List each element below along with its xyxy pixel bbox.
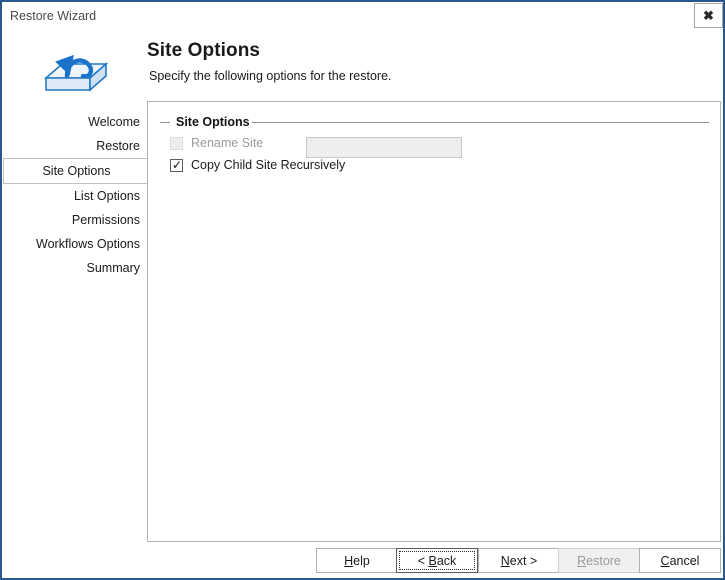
sidebar-item-welcome[interactable]: Welcome <box>2 110 150 134</box>
title-bar: Restore Wizard ✖ <box>2 2 723 31</box>
restore-button: Restore <box>558 548 640 573</box>
sidebar-item-permissions[interactable]: Permissions <box>2 208 150 232</box>
copy-child-site-recursively-row[interactable]: ✓ Copy Child Site Recursively <box>170 158 345 172</box>
dialog-button-bar: Help < Back Next > Restore Cancel <box>2 548 723 578</box>
restore-box-arrow-icon <box>36 32 116 102</box>
help-button-mnemonic: H <box>344 553 354 568</box>
cancel-button-mnemonic: C <box>660 553 670 568</box>
sidebar-item-workflows-options[interactable]: Workflows Options <box>2 232 150 256</box>
page-title: Site Options <box>147 40 261 61</box>
next-button[interactable]: Next > <box>478 548 560 573</box>
groupbox-border-right <box>248 122 709 123</box>
sidebar-item-list-options[interactable]: List Options <box>2 184 150 208</box>
sidebar-item-site-options[interactable]: Site Options <box>3 158 150 184</box>
rename-site-checkbox <box>170 136 183 150</box>
site-options-groupbox: Site Options Rename Site ✓ Copy Child Si… <box>160 113 709 528</box>
next-button-suffix: ext > <box>509 553 538 568</box>
close-button[interactable]: ✖ <box>694 3 723 28</box>
copy-child-site-recursively-checkbox[interactable]: ✓ <box>170 157 183 172</box>
back-button-suffix: ack <box>436 553 457 568</box>
restore-wizard-window: Restore Wizard ✖ Site Options Specify th… <box>0 0 725 580</box>
rename-site-input <box>306 137 462 158</box>
sidebar-item-restore[interactable]: Restore <box>2 134 150 158</box>
close-icon: ✖ <box>703 8 714 23</box>
help-button-suffix: elp <box>353 553 370 568</box>
back-button-prefix: < <box>417 553 429 568</box>
rename-site-label: Rename Site <box>191 136 264 150</box>
window-title: Restore Wizard <box>10 9 97 23</box>
groupbox-legend: Site Options <box>174 115 252 129</box>
help-button[interactable]: Help <box>316 548 398 573</box>
cancel-button-suffix: ancel <box>669 553 700 568</box>
next-button-mnemonic: N <box>500 553 510 568</box>
wizard-steps-sidebar: Welcome Restore Site Options List Option… <box>2 110 150 280</box>
rename-site-row: Rename Site <box>170 136 263 150</box>
restore-button-mnemonic: R <box>577 553 587 568</box>
page-subtitle: Specify the following options for the re… <box>149 69 392 83</box>
checkmark-icon: ✓ <box>172 157 183 172</box>
content-panel: Site Options Rename Site ✓ Copy Child Si… <box>147 101 721 542</box>
restore-button-suffix: estore <box>586 553 621 568</box>
copy-child-site-recursively-label: Copy Child Site Recursively <box>191 158 346 172</box>
groupbox-border-left <box>160 122 170 123</box>
back-button[interactable]: < Back <box>396 548 478 573</box>
sidebar-item-summary[interactable]: Summary <box>2 256 150 280</box>
cancel-button[interactable]: Cancel <box>639 548 721 573</box>
back-button-mnemonic: B <box>428 553 437 568</box>
